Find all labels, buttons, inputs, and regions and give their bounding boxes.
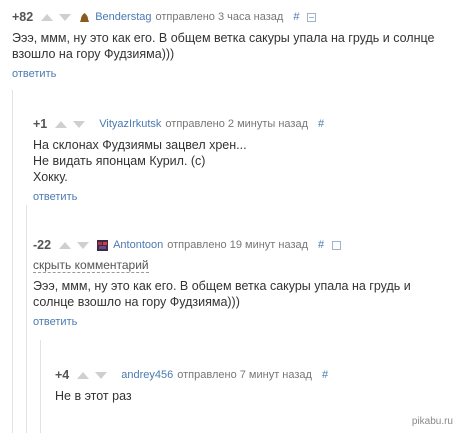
posted-time: отправлено 3 часа назад [155,11,284,23]
comment-header: +1 VityazIrkutsk отправлено 2 минуты наз… [33,115,443,133]
permalink[interactable]: # [322,369,328,381]
comment-header: +4 andrey456 отправлено 7 минут назад # [55,366,435,384]
permalink[interactable]: # [293,11,299,23]
avatar-icon[interactable] [97,239,109,251]
vote-controls [37,13,72,21]
reply-link[interactable]: ответить [33,316,77,328]
downvote-icon[interactable] [95,371,108,379]
comment: +1 VityazIrkutsk отправлено 2 минуты наз… [33,115,443,205]
downvote-icon[interactable] [73,120,86,128]
author-link[interactable]: andrey456 [121,369,173,381]
thread-line [26,205,27,433]
author-link[interactable]: Antontoon [113,239,163,251]
upvote-icon[interactable] [77,371,90,379]
comment-text: Эээ, ммм, ну это как его. В общем ветка … [33,279,411,309]
vote-controls [73,371,108,379]
reply-link[interactable]: ответить [12,68,56,80]
thread-line [40,340,41,433]
hide-comment-link[interactable]: скрыть комментарий [33,258,149,273]
posted-time: отправлено 2 минуты назад [165,118,309,130]
downvote-icon[interactable] [59,13,72,21]
upvote-icon[interactable] [55,120,68,128]
comment-text: На склонах Фудзиямы зацвел хрен... Не ви… [33,138,247,184]
rating: +4 [55,368,70,382]
reply-link[interactable]: ответить [33,191,77,203]
rating: -22 [33,238,52,252]
permalink[interactable]: # [318,118,324,130]
posted-time: отправлено 19 минут назад [167,239,309,251]
comment-header: -22 Antontoon отправлено 19 минут назад … [33,236,453,254]
vote-controls [55,241,90,249]
upvote-icon[interactable] [41,13,54,21]
comment: +4 andrey456 отправлено 7 минут назад # … [55,366,435,404]
comment-text: Не в этот раз [55,389,132,403]
author-link[interactable]: VityazIrkutsk [99,118,161,130]
permalink[interactable]: # [318,239,324,251]
vote-controls [51,120,86,128]
rating: +1 [33,117,48,131]
comment: +82 Benderstag отправлено 3 часа назад #… [12,8,452,82]
avatar-icon[interactable] [79,12,90,23]
comment-text: Эээ, ммм, ну это как его. В общем ветка … [12,31,435,61]
comment-header: +82 Benderstag отправлено 3 часа назад # [12,8,452,26]
upvote-icon[interactable] [59,241,72,249]
expand-icon[interactable] [332,240,342,250]
watermark: pikabu.ru [411,416,453,427]
rating: +82 [12,10,34,24]
comment: -22 Antontoon отправлено 19 минут назад … [33,236,453,330]
collapse-icon[interactable] [307,12,317,22]
thread-line [12,90,13,433]
downvote-icon[interactable] [77,241,90,249]
author-link[interactable]: Benderstag [95,11,151,23]
posted-time: отправлено 7 минут назад [177,369,312,381]
